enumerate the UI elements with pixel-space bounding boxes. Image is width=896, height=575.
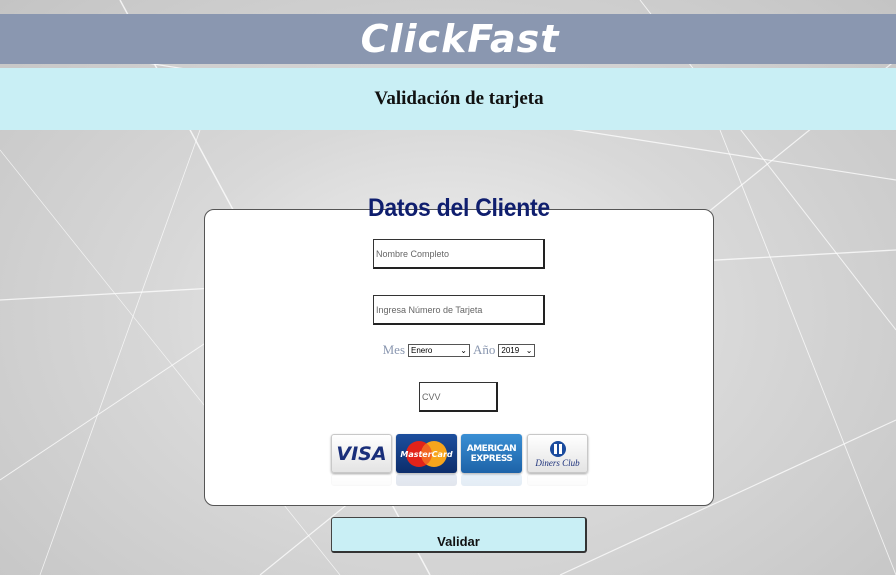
year-select-value: 2019	[501, 345, 520, 355]
visa-logo: VISA	[331, 434, 392, 473]
expiry-row: Mes Enero ⌄ Año 2019 ⌄	[204, 342, 714, 358]
mastercard-logo-text: MasterCard	[400, 450, 453, 459]
year-label: Año	[473, 342, 496, 357]
brand-bar: ClickFast	[0, 14, 896, 64]
month-select[interactable]: Enero ⌄	[408, 343, 470, 357]
full-name-input[interactable]	[373, 239, 545, 269]
mastercard-circles-icon: MasterCard	[400, 440, 453, 467]
amex-logo-reflection	[461, 474, 522, 486]
mastercard-logo-reflection	[396, 474, 457, 486]
amex-line-1: AMERICAN	[466, 443, 517, 454]
card-number-input[interactable]	[373, 295, 545, 325]
month-select-value: Enero	[411, 345, 433, 355]
year-select[interactable]: 2019 ⌄	[498, 343, 536, 357]
american-express-logo: AMERICAN EXPRESS	[461, 434, 522, 473]
month-label: Mes	[382, 342, 405, 357]
diners-club-logo-text: Diners Club	[535, 457, 580, 468]
cvv-input[interactable]	[419, 382, 498, 412]
page-subheader: Validación de tarjeta	[0, 68, 896, 130]
visa-logo-text: VISA	[336, 442, 387, 465]
form-title: Datos del Cliente	[368, 194, 550, 222]
diners-club-logo: Diners Club	[527, 434, 588, 473]
diners-logo-reflection	[527, 474, 588, 486]
chevron-down-icon: ⌄	[460, 345, 467, 355]
chevron-down-icon: ⌄	[525, 345, 533, 355]
mastercard-logo: MasterCard	[396, 434, 457, 473]
brand-title: ClickFast	[360, 17, 560, 61]
visa-logo-reflection	[331, 474, 392, 486]
validate-button[interactable]: Validar	[331, 517, 587, 553]
amex-line-2: EXPRESS	[470, 453, 513, 464]
diners-club-icon	[549, 440, 566, 457]
page-title: Validación de tarjeta	[374, 88, 544, 109]
